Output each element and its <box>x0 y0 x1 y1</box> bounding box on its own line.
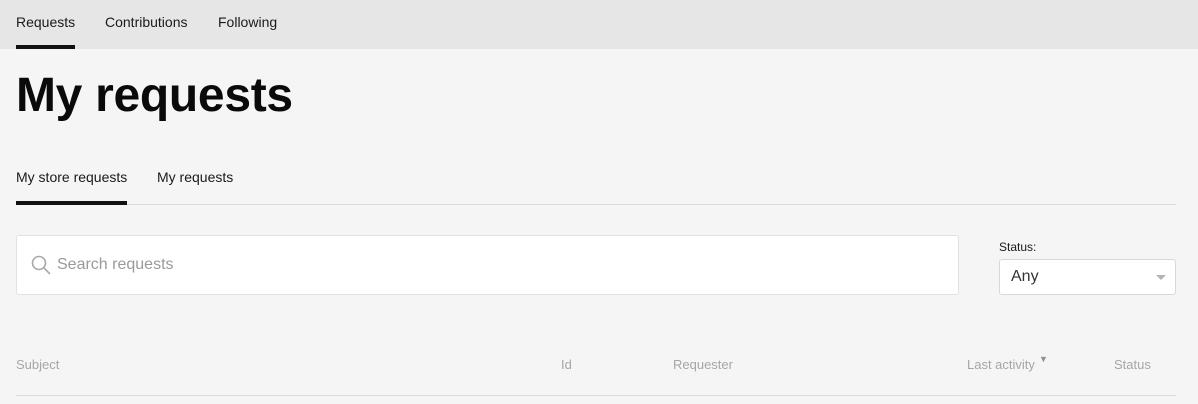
requests-table-header: Subject Id Requester Last activity ▼ Sta… <box>16 345 1176 396</box>
column-header-status[interactable]: Status <box>1114 357 1151 372</box>
request-subtabs: My store requests My requests <box>16 158 1176 205</box>
column-header-id[interactable]: Id <box>561 357 572 372</box>
status-filter-label: Status: <box>999 240 1037 254</box>
search-input[interactable] <box>57 236 947 294</box>
search-box <box>16 235 959 295</box>
column-header-requester[interactable]: Requester <box>673 357 733 372</box>
nav-tab-requests[interactable]: Requests <box>16 0 76 49</box>
search-icon <box>31 255 51 275</box>
chevron-down-icon <box>1156 275 1166 280</box>
column-header-last-activity[interactable]: Last activity <box>967 357 1035 372</box>
tab-my-requests[interactable]: My requests <box>157 158 233 204</box>
page-title: My requests <box>16 69 293 122</box>
nav-tab-contributions[interactable]: Contributions <box>105 0 188 49</box>
nav-tab-following[interactable]: Following <box>218 0 277 49</box>
sort-descending-icon: ▼ <box>1039 354 1048 364</box>
status-filter-select[interactable]: Any <box>999 259 1176 295</box>
top-nav: Requests Contributions Following <box>0 0 1198 49</box>
status-filter-value: Any <box>1011 268 1039 285</box>
tab-my-store-requests[interactable]: My store requests <box>16 158 128 205</box>
column-header-subject[interactable]: Subject <box>16 357 59 372</box>
